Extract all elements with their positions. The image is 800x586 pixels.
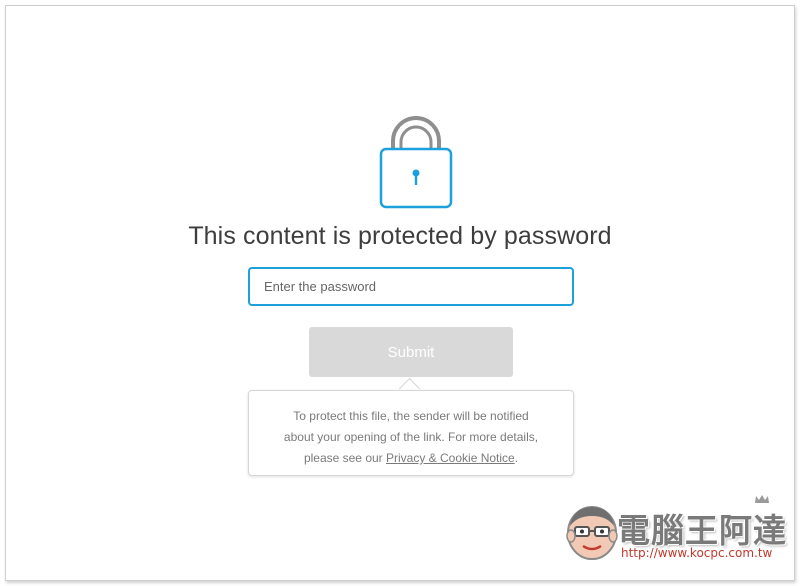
lock-icon [379,116,453,209]
notice-line-3: please see our Privacy & Cookie Notice. [259,448,563,469]
mascot-face-icon [566,506,618,560]
notice-line-2: about your opening of the link. For more… [283,430,539,444]
watermark-title: 電腦王阿達 [617,511,787,550]
notice-line-1: To protect this file, the sender will be… [293,409,529,423]
page-title: This content is protected by password [188,222,612,250]
privacy-notice: To protect this file, the sender will be… [248,390,574,476]
submit-button[interactable]: Submit [309,327,513,377]
notice-line-3-prefix: please see our [303,451,386,465]
crown-icon [755,495,769,503]
watermark-url: http://www.kocpc.com.tw [621,546,773,560]
password-input[interactable] [248,267,574,306]
watermark: 電腦王阿達 http://www.kocpc.com.tw [563,495,786,566]
privacy-cookie-notice-link[interactable]: Privacy & Cookie Notice [386,451,515,465]
notice-line-3-suffix: . [514,451,519,465]
